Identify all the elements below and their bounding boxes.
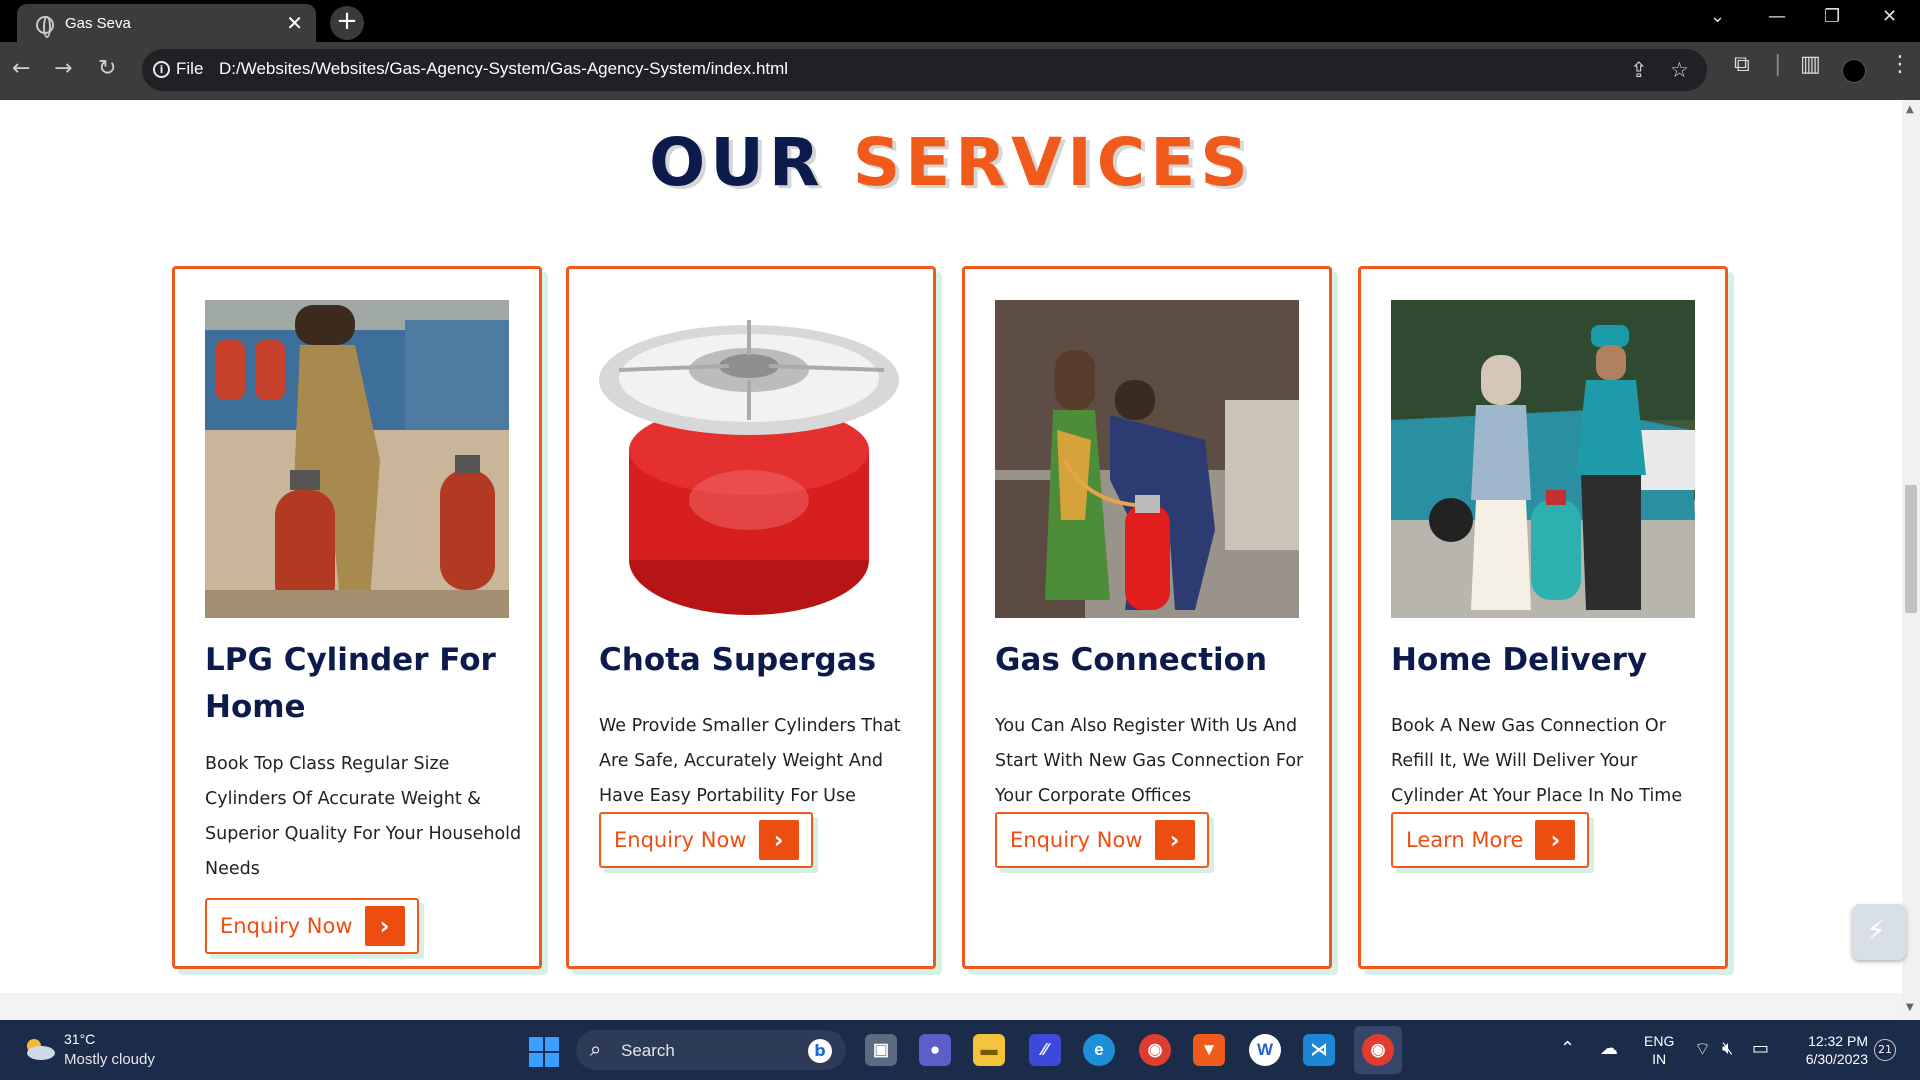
onedrive-cloud-icon[interactable]: ☁ [1600, 1038, 1618, 1059]
mini-gas-stove-photo [599, 300, 903, 618]
card-title: Gas Connection [995, 642, 1268, 678]
enquiry-now-button[interactable]: Enquiry Now › [995, 812, 1209, 868]
sidebar-icon[interactable]: ▥ [1800, 52, 1821, 77]
button-label: Enquiry Now [1010, 828, 1143, 852]
enquiry-now-button[interactable]: Enquiry Now › [599, 812, 813, 868]
notification-badge[interactable]: 21 [1874, 1039, 1896, 1061]
browser-tab-strip: Gas Seva ✕ + ⌄ — ❐ ✕ [0, 0, 1920, 42]
card-title: Chota Supergas [599, 642, 877, 678]
card-description: We Provide Smaller Cylinders That Are Sa… [599, 716, 901, 806]
card-title: LPG Cylinder For Home [205, 642, 496, 725]
card-description: Book Top Class Regular Size Cylinders Of… [205, 754, 522, 879]
editor-app-icon[interactable]: ∕∕ [1029, 1034, 1061, 1066]
next-section-edge [0, 993, 1902, 1020]
system-clock[interactable]: 12:32 PM 6/30/2023 [1788, 1032, 1868, 1068]
tab-title: Gas Seva [65, 15, 131, 32]
profile-avatar[interactable] [1842, 59, 1866, 83]
share-icon[interactable]: ⇪ [1630, 58, 1648, 82]
services-heading: OUR SERVICES [0, 124, 1902, 201]
browser-tab[interactable]: Gas Seva ✕ [17, 4, 316, 42]
service-card-home-delivery: Home Delivery Book A New Gas Connection … [1358, 266, 1728, 969]
battery-icon[interactable]: ▭ [1752, 1038, 1769, 1059]
restore-icon[interactable]: ❐ [1824, 6, 1840, 27]
button-label: Enquiry Now [614, 828, 747, 852]
info-icon[interactable]: i [153, 61, 170, 78]
service-card-lpg: LPG Cylinder For Home Book Top Class Reg… [172, 266, 542, 969]
address-bar[interactable]: i File D:/Websites/Websites/Gas-Agency-S… [142, 49, 1707, 91]
extensions-icon[interactable]: ⧉ [1734, 52, 1750, 77]
chevron-right-icon: › [1154, 820, 1195, 860]
chevron-right-icon: › [364, 906, 405, 946]
star-icon[interactable]: ☆ [1670, 58, 1689, 82]
brave-browser-icon[interactable]: ▼ [1193, 1034, 1225, 1066]
tab-search-chevron-icon[interactable]: ⌄ [1710, 6, 1725, 27]
tab-close-icon[interactable]: ✕ [286, 11, 303, 35]
heading-word-services: SERVICES [852, 124, 1253, 201]
windows-taskbar: 31°C Mostly cloudy ⌕ Search b ▣ ● ▬ ∕∕ e… [0, 1020, 1920, 1080]
web-page: OUR SERVICES LPG Cylinder For Home Book … [0, 100, 1902, 1020]
word-icon[interactable]: W [1249, 1034, 1281, 1066]
card-description: You Can Also Register With Us And Start … [995, 716, 1304, 806]
weather-description[interactable]: Mostly cloudy [64, 1051, 155, 1068]
url-text[interactable]: D:/Websites/Websites/Gas-Agency-System/G… [219, 59, 788, 79]
menu-icon[interactable]: ⋮ [1889, 52, 1911, 77]
task-view-icon[interactable]: ▣ [865, 1034, 897, 1066]
scroll-down-icon[interactable]: ▼ [1906, 1002, 1914, 1013]
teams-chat-icon[interactable]: ● [919, 1034, 951, 1066]
heading-word-our: OUR [649, 124, 825, 201]
language-code: ENG [1644, 1033, 1675, 1049]
learn-more-button[interactable]: Learn More › [1391, 812, 1590, 868]
url-scheme-label: File [176, 59, 204, 78]
cloudy-weather-icon[interactable] [22, 1038, 56, 1060]
bing-icon[interactable]: b [808, 1039, 832, 1063]
scroll-up-icon[interactable]: ▲ [1906, 104, 1914, 115]
toolbar-divider: | [1774, 52, 1782, 77]
reload-icon[interactable]: ↻ [98, 56, 116, 81]
search-icon: ⌕ [590, 1037, 602, 1061]
browser-toolbar: ← → ↻ i File D:/Websites/Websites/Gas-Ag… [0, 42, 1920, 100]
scrollbar-thumb[interactable] [1905, 485, 1917, 613]
minimize-icon[interactable]: — [1768, 6, 1786, 27]
chevron-up-icon[interactable]: ⌃ [1560, 1038, 1575, 1059]
clock-date: 6/30/2023 [1805, 1051, 1868, 1067]
service-card-gas-connection: Gas Connection You Can Also Register Wit… [962, 266, 1332, 969]
chevron-right-icon: › [1535, 820, 1576, 860]
chevron-right-icon: › [758, 820, 799, 860]
lpg-cylinder-photo [205, 300, 509, 618]
wifi-icon[interactable]: ⌔ [1694, 1038, 1711, 1061]
button-label: Enquiry Now [220, 914, 353, 938]
floating-helper-icon[interactable] [1852, 904, 1906, 960]
region-code: IN [1652, 1051, 1667, 1067]
button-label: Learn More [1406, 828, 1524, 852]
new-tab-button[interactable]: + [330, 6, 364, 40]
taskbar-search[interactable]: ⌕ Search b [576, 1030, 846, 1070]
window-close-icon[interactable]: ✕ [1882, 6, 1897, 27]
forward-icon[interactable]: → [54, 56, 72, 81]
windows-start-icon[interactable] [529, 1037, 559, 1067]
language-indicator[interactable]: ENG IN [1644, 1032, 1674, 1068]
file-explorer-icon[interactable]: ▬ [973, 1034, 1005, 1066]
search-label: Search [621, 1041, 675, 1060]
service-card-chota-supergas: Chota Supergas We Provide Smaller Cylind… [566, 266, 936, 969]
clock-time: 12:32 PM [1808, 1033, 1868, 1049]
page-scrollbar[interactable]: ▲ ▼ [1902, 100, 1920, 1020]
card-description: Book A New Gas Connection Or Refill It, … [1391, 716, 1683, 806]
globe-icon [36, 16, 54, 38]
volume-muted-icon[interactable]: 🔇︎ [1722, 1038, 1733, 1059]
edge-browser-icon[interactable]: e [1083, 1034, 1115, 1066]
weather-temperature[interactable]: 31°C [64, 1031, 95, 1047]
vscode-icon[interactable]: ⋊ [1303, 1034, 1335, 1066]
gas-connection-photo [995, 300, 1299, 618]
chrome-active-icon[interactable]: ◉ [1362, 1034, 1394, 1066]
back-icon[interactable]: ← [12, 56, 30, 81]
chrome-icon[interactable]: ◉ [1139, 1034, 1171, 1066]
enquiry-now-button[interactable]: Enquiry Now › [205, 898, 419, 954]
home-delivery-photo [1391, 300, 1695, 618]
card-title: Home Delivery [1391, 642, 1648, 678]
